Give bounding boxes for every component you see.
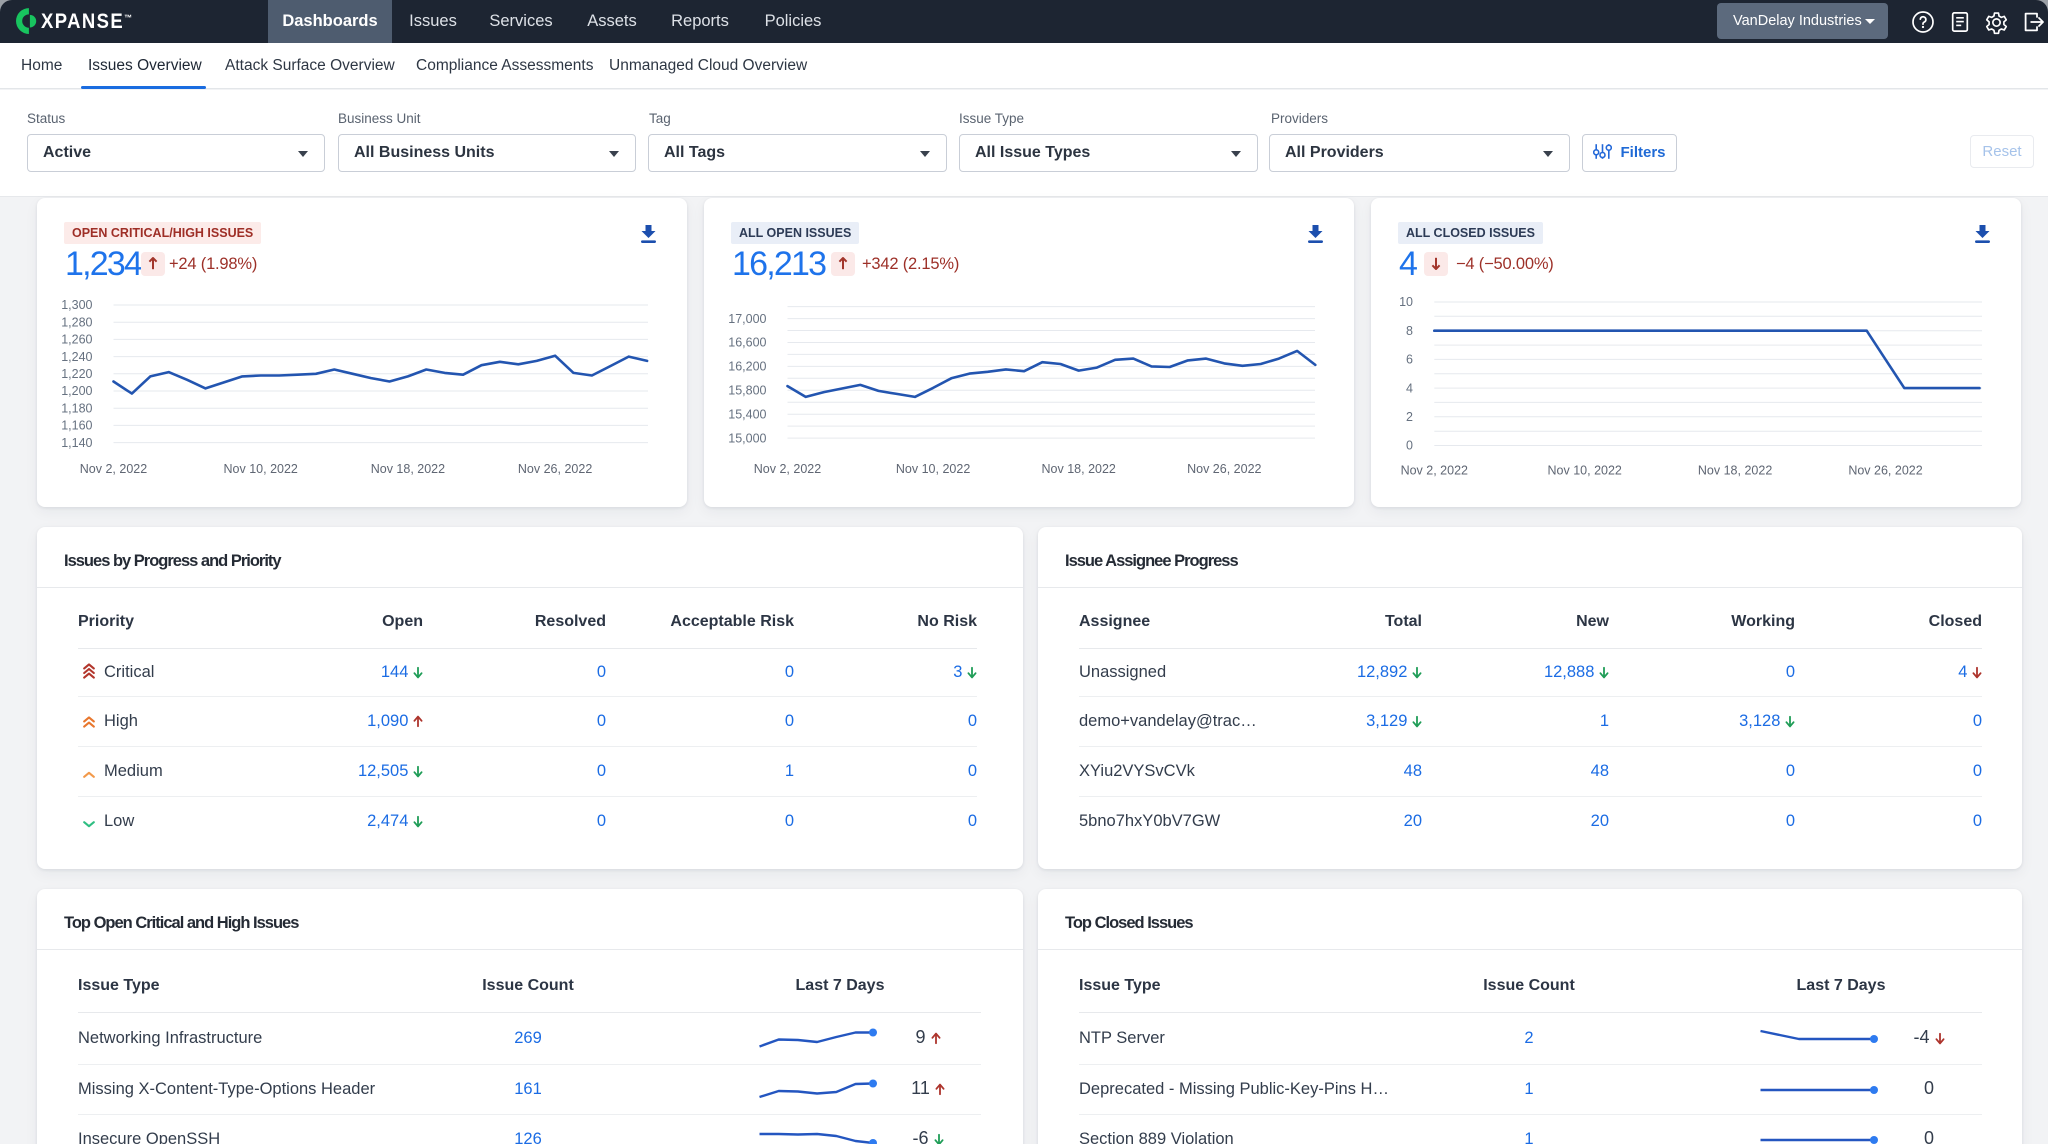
svg-text:1,280: 1,280 xyxy=(61,315,92,329)
svg-text:10: 10 xyxy=(1399,295,1413,309)
svg-text:1,200: 1,200 xyxy=(61,384,92,398)
svg-text:4: 4 xyxy=(1406,381,1413,395)
svg-text:0: 0 xyxy=(1406,439,1413,453)
svg-text:Nov 18, 2022: Nov 18, 2022 xyxy=(371,462,445,476)
svg-text:16,600: 16,600 xyxy=(728,336,766,350)
svg-text:Nov 26, 2022: Nov 26, 2022 xyxy=(518,462,592,476)
svg-text:Nov 26, 2022: Nov 26, 2022 xyxy=(1187,462,1261,476)
svg-text:1,260: 1,260 xyxy=(61,333,92,347)
svg-text:Nov 10, 2022: Nov 10, 2022 xyxy=(224,462,298,476)
svg-text:Nov 2, 2022: Nov 2, 2022 xyxy=(754,462,821,476)
svg-text:1,300: 1,300 xyxy=(61,298,92,312)
svg-text:Nov 10, 2022: Nov 10, 2022 xyxy=(1548,464,1622,478)
svg-text:1,240: 1,240 xyxy=(61,350,92,364)
svg-text:Nov 26, 2022: Nov 26, 2022 xyxy=(1848,464,1922,478)
svg-text:Nov 2, 2022: Nov 2, 2022 xyxy=(80,462,147,476)
svg-text:1,180: 1,180 xyxy=(61,401,92,415)
svg-text:Nov 18, 2022: Nov 18, 2022 xyxy=(1698,464,1772,478)
svg-text:15,800: 15,800 xyxy=(728,384,766,398)
svg-text:Nov 10, 2022: Nov 10, 2022 xyxy=(896,462,970,476)
svg-text:16,200: 16,200 xyxy=(728,360,766,374)
svg-text:Nov 18, 2022: Nov 18, 2022 xyxy=(1042,462,1116,476)
svg-text:Nov 2, 2022: Nov 2, 2022 xyxy=(1401,464,1468,478)
svg-text:1,220: 1,220 xyxy=(61,367,92,381)
svg-text:15,400: 15,400 xyxy=(728,407,766,421)
svg-text:17,000: 17,000 xyxy=(728,312,766,326)
svg-text:1,160: 1,160 xyxy=(61,419,92,433)
svg-text:6: 6 xyxy=(1406,353,1413,367)
svg-text:15,000: 15,000 xyxy=(728,431,766,445)
svg-text:1,140: 1,140 xyxy=(61,436,92,450)
svg-text:2: 2 xyxy=(1406,410,1413,424)
svg-text:8: 8 xyxy=(1406,324,1413,338)
